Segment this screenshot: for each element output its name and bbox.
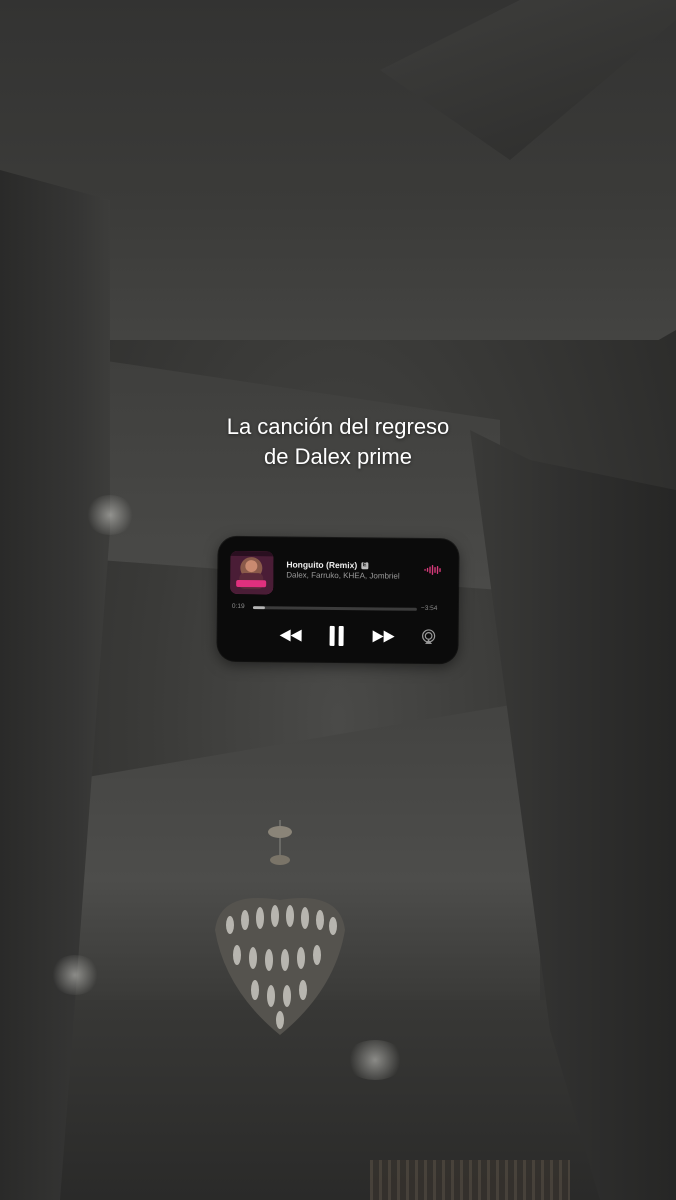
pause-button[interactable] — [326, 625, 348, 647]
track-title: Honguito (Remix) E — [286, 559, 369, 571]
railing — [370, 1160, 570, 1200]
airplay-icon — [422, 629, 436, 644]
track-artists: Dalex, Farruko, KHEA, Jombriel — [286, 570, 400, 581]
caption-line-1: La canción del regreso — [226, 414, 450, 439]
album-art[interactable] — [230, 550, 274, 595]
pause-icon — [329, 625, 344, 647]
ceiling-light — [85, 495, 135, 535]
ceiling-light — [345, 1040, 405, 1080]
rewind-icon — [279, 629, 302, 642]
story-caption: La canción del regreso de Dalex prime — [0, 412, 676, 472]
story-background: La canción del regreso de Dalex prime Ho… — [0, 0, 676, 1200]
ceiling-light — [50, 955, 100, 995]
caption-line-2: de Dalex prime — [264, 444, 412, 469]
fast-forward-button[interactable] — [371, 625, 397, 647]
audio-waveform-icon — [424, 564, 441, 575]
progress-scrubber[interactable] — [252, 606, 417, 611]
album-art-image — [230, 550, 274, 595]
now-playing-widget[interactable]: Honguito (Remix) E Dalex, Farruko, KHEA, … — [217, 536, 459, 664]
progress-fill — [252, 606, 266, 610]
airplay-button[interactable] — [420, 626, 438, 648]
fast-forward-icon — [372, 630, 395, 643]
rewind-button[interactable] — [278, 624, 304, 646]
chandelier — [215, 820, 345, 1035]
time-remaining: −3:54 — [420, 604, 438, 613]
explicit-badge: E — [361, 562, 369, 570]
time-elapsed: 0:19 — [231, 602, 245, 611]
track-title-text: Honguito (Remix) — [286, 559, 358, 571]
